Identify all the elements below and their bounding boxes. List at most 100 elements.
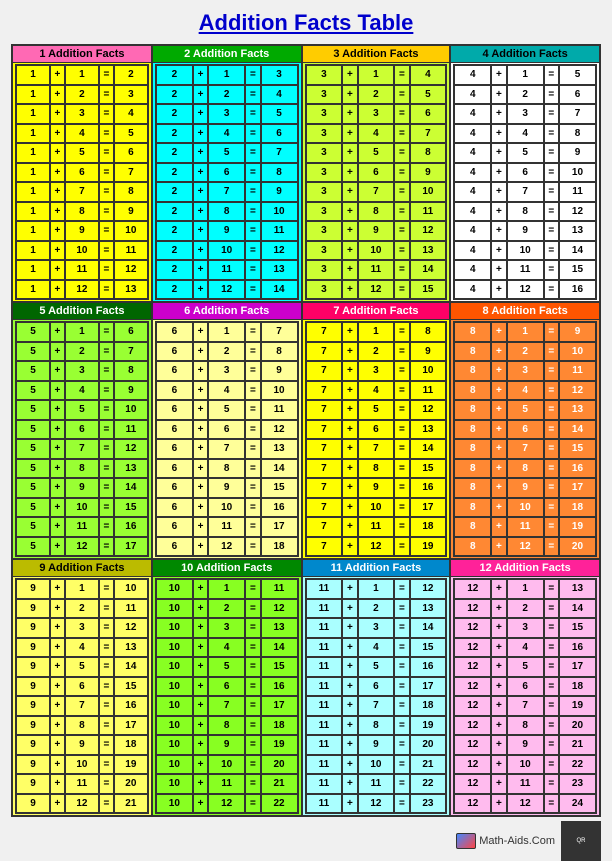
table-row: 6+12=18 [156, 537, 298, 557]
table-row: 1+3=4 [16, 104, 148, 124]
table-row: 2+3=5 [156, 104, 298, 124]
table-row: 8+5=13 [454, 400, 596, 420]
section-10: 10 Addition Facts10+1=1110+2=1210+3=1310… [152, 559, 302, 816]
table-row: 10+12=22 [156, 794, 298, 814]
table-row: 3+2=5 [306, 85, 447, 105]
table-row: 7+6=13 [306, 420, 447, 440]
table-row: 12+1=13 [454, 579, 596, 599]
section-2-header: 2 Addition Facts [153, 46, 301, 63]
table-row: 8+7=15 [454, 439, 596, 459]
table-row: 6+10=16 [156, 498, 298, 518]
table-row: 9+12=21 [16, 794, 148, 814]
section-11: 11 Addition Facts11+1=1211+2=1311+3=1411… [302, 559, 451, 816]
table-row: 5+5=10 [16, 400, 148, 420]
facts-table-3: 3+1=43+2=53+3=63+4=73+5=83+6=93+7=103+8=… [305, 64, 448, 300]
table-row: 11+9=20 [306, 735, 447, 755]
table-row: 12+9=21 [454, 735, 596, 755]
table-row: 8+11=19 [454, 517, 596, 537]
table-row: 7+9=16 [306, 478, 447, 498]
brand-name: Math-Aids.Com [479, 835, 555, 847]
table-row: 2+9=11 [156, 221, 298, 241]
table-row: 1+4=5 [16, 124, 148, 144]
table-row: 2+4=6 [156, 124, 298, 144]
table-row: 9+11=20 [16, 774, 148, 794]
table-row: 3+8=11 [306, 202, 447, 222]
table-row: 10+8=18 [156, 716, 298, 736]
qr-code: QR [561, 821, 601, 861]
table-row: 5+12=17 [16, 537, 148, 557]
table-row: 2+12=14 [156, 280, 298, 300]
table-row: 5+8=13 [16, 459, 148, 479]
table-row: 10+6=16 [156, 677, 298, 697]
table-row: 1+11=12 [16, 260, 148, 280]
table-row: 9+2=11 [16, 599, 148, 619]
page-title: Addition Facts Table [199, 10, 414, 36]
table-row: 5+1=6 [16, 322, 148, 342]
table-row: 11+8=19 [306, 716, 447, 736]
facts-table-10: 10+1=1110+2=1210+3=1310+4=1410+5=1510+6=… [155, 578, 299, 814]
table-row: 6+1=7 [156, 322, 298, 342]
table-row: 10+1=11 [156, 579, 298, 599]
table-row: 7+4=11 [306, 381, 447, 401]
table-row: 6+5=11 [156, 400, 298, 420]
table-row: 12+3=15 [454, 618, 596, 638]
section-8-header: 8 Addition Facts [451, 303, 599, 320]
table-row: 6+9=15 [156, 478, 298, 498]
footer: Math-Aids.Com QR [11, 821, 601, 861]
section-1: 1 Addition Facts1+1=21+2=31+3=41+4=51+5=… [12, 45, 152, 302]
table-row: 7+7=14 [306, 439, 447, 459]
table-row: 2+2=4 [156, 85, 298, 105]
table-row: 11+12=23 [306, 794, 447, 814]
table-row: 9+9=18 [16, 735, 148, 755]
table-row: 11+3=14 [306, 618, 447, 638]
table-row: 5+2=7 [16, 342, 148, 362]
table-row: 2+7=9 [156, 182, 298, 202]
table-row: 12+2=14 [454, 599, 596, 619]
table-row: 6+2=8 [156, 342, 298, 362]
facts-table-12: 12+1=1312+2=1412+3=1512+4=1612+5=1712+6=… [453, 578, 597, 814]
section-6-header: 6 Addition Facts [153, 303, 301, 320]
facts-table-7: 7+1=87+2=97+3=107+4=117+5=127+6=137+7=14… [305, 321, 448, 557]
table-row: 11+10=21 [306, 755, 447, 775]
table-row: 12+7=19 [454, 696, 596, 716]
table-row: 7+2=9 [306, 342, 447, 362]
table-row: 5+7=12 [16, 439, 148, 459]
table-row: 4+11=15 [454, 260, 596, 280]
table-row: 3+6=9 [306, 163, 447, 183]
table-row: 12+5=17 [454, 657, 596, 677]
table-row: 10+7=17 [156, 696, 298, 716]
table-row: 1+10=11 [16, 241, 148, 261]
table-row: 9+5=14 [16, 657, 148, 677]
table-row: 12+6=18 [454, 677, 596, 697]
table-row: 10+9=19 [156, 735, 298, 755]
table-row: 3+11=14 [306, 260, 447, 280]
facts-table-2: 2+1=32+2=42+3=52+4=62+5=72+6=82+7=92+8=1… [155, 64, 299, 300]
table-row: 7+12=19 [306, 537, 447, 557]
facts-table-6: 6+1=76+2=86+3=96+4=106+5=116+6=126+7=136… [155, 321, 299, 557]
table-row: 12+10=22 [454, 755, 596, 775]
table-row: 11+5=16 [306, 657, 447, 677]
table-row: 6+6=12 [156, 420, 298, 440]
section-12: 12 Addition Facts12+1=1312+2=1412+3=1512… [450, 559, 600, 816]
table-row: 5+11=16 [16, 517, 148, 537]
table-row: 12+8=20 [454, 716, 596, 736]
table-row: 11+7=18 [306, 696, 447, 716]
table-row: 8+3=11 [454, 361, 596, 381]
table-row: 6+8=14 [156, 459, 298, 479]
table-row: 3+3=6 [306, 104, 447, 124]
section-5: 5 Addition Facts5+1=65+2=75+3=85+4=95+5=… [12, 302, 152, 559]
table-row: 6+3=9 [156, 361, 298, 381]
table-row: 10+4=14 [156, 638, 298, 658]
section-9-header: 9 Addition Facts [13, 560, 151, 577]
table-row: 4+6=10 [454, 163, 596, 183]
table-row: 7+5=12 [306, 400, 447, 420]
brand-logo: Math-Aids.Com [456, 833, 555, 849]
section-7: 7 Addition Facts7+1=87+2=97+3=107+4=117+… [302, 302, 451, 559]
table-row: 1+12=13 [16, 280, 148, 300]
table-row: 2+5=7 [156, 143, 298, 163]
table-row: 7+3=10 [306, 361, 447, 381]
table-row: 3+7=10 [306, 182, 447, 202]
table-row: 4+1=5 [454, 65, 596, 85]
table-row: 6+4=10 [156, 381, 298, 401]
facts-table-5: 5+1=65+2=75+3=85+4=95+5=105+6=115+7=125+… [15, 321, 149, 557]
